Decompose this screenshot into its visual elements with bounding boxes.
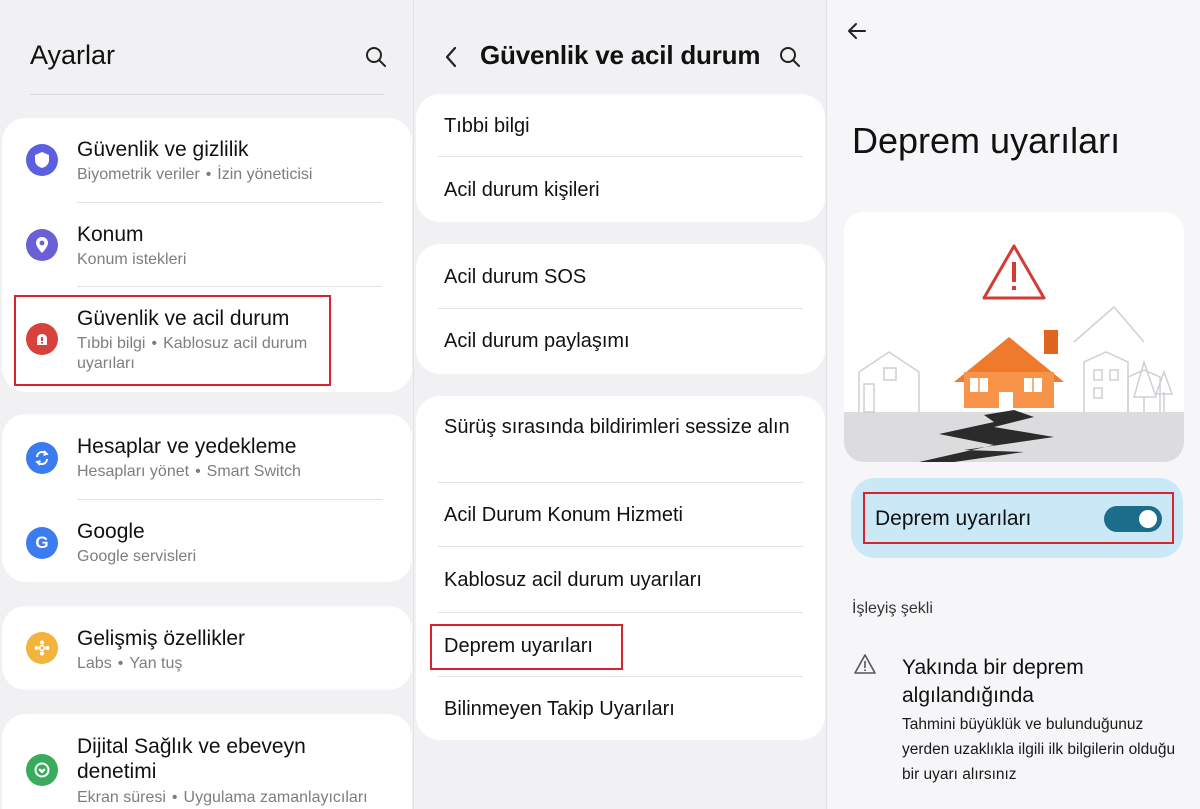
highlight-box [863, 492, 1174, 544]
item-title: Gelişmiş özellikler [77, 627, 246, 650]
divider [438, 482, 803, 483]
settings-item-digital-wellbeing[interactable]: Dijital Sağlık ve ebeveyn denetimi Ekran… [2, 714, 412, 809]
settings-group-2: Hesaplar ve yedekleme Hesapları yönet • Sm… [2, 414, 412, 582]
safety-group-2: Acil durum SOS Acil durum paylaşımı [416, 244, 825, 374]
item-title: Konum [77, 223, 144, 246]
item-subtitle: Labs • Yan tuş [77, 655, 183, 672]
divider [438, 156, 803, 157]
safety-panel: Güvenlik ve acil durum Tıbbi bilgi Acil … [414, 0, 827, 809]
settings-item-location[interactable]: Konum Konum istekleri [2, 204, 412, 288]
settings-group-3: Gelişmiş özellikler Labs • Yan tuş [2, 606, 412, 690]
item-subtitle: Biyometrik veriler • İzin yöneticisi [77, 166, 313, 183]
highlight-box [430, 624, 623, 670]
divider [438, 676, 803, 677]
settings-item-advanced-features[interactable]: Gelişmiş özellikler Labs • Yan tuş [2, 606, 412, 690]
safety-item-emergency-sos[interactable]: Acil durum SOS [444, 264, 805, 290]
info-title: Yakında bir deprem algılandığında [902, 656, 1084, 707]
info-body: Tahmini büyüklük ve bulunduğunuz yerden … [902, 716, 1176, 783]
sync-icon [26, 442, 58, 474]
safety-item-medical-info[interactable]: Tıbbi bilgi [444, 113, 805, 139]
safety-item-emergency-location[interactable]: Acil Durum Konum Hizmeti [444, 502, 805, 528]
back-icon[interactable] [442, 45, 460, 69]
wellbeing-icon [26, 754, 58, 786]
settings-panel: Ayarlar Güvenlik ve gizlilik Biyometrik … [0, 0, 414, 809]
divider [438, 612, 803, 613]
item-title: Dijital Sağlık ve ebeveyn [77, 735, 306, 758]
search-icon[interactable] [364, 45, 388, 69]
item-subtitle: Google servisleri [77, 548, 197, 565]
page-title: Deprem uyarıları [852, 120, 1121, 161]
safety-group-3: Sürüş sırasında bildirimleri sessize alı… [416, 396, 825, 740]
divider [77, 286, 382, 287]
back-arrow-icon[interactable] [847, 22, 867, 40]
search-icon[interactable] [778, 45, 802, 69]
item-subtitle: Hesapları yönet • Smart Switch [77, 463, 301, 480]
earthquake-illustration [844, 212, 1184, 462]
section-label: İşleyiş şekli [852, 600, 933, 617]
location-pin-icon [26, 229, 58, 261]
settings-item-accounts[interactable]: Hesaplar ve yedekleme Hesapları yönet • Sm… [2, 414, 412, 498]
divider [438, 308, 803, 309]
item-title: Güvenlik ve gizlilik [77, 138, 249, 161]
shield-icon [26, 144, 58, 176]
google-icon: G [26, 527, 58, 559]
item-title-cont: denetimi [77, 760, 157, 783]
page-title: Güvenlik ve acil durum [480, 40, 761, 70]
safety-item-emergency-contacts[interactable]: Acil durum kişileri [444, 177, 805, 203]
advanced-features-icon [26, 632, 58, 664]
item-subtitle: Konum istekleri [77, 251, 187, 268]
safety-item-wireless-alerts[interactable]: Kablosuz acil durum uyarıları [444, 567, 805, 593]
item-subtitle: Ekran süresi • Uygulama zamanlayıcıları [77, 789, 368, 806]
settings-item-security-privacy[interactable]: Güvenlik ve gizlilik Biyometrik veriler •… [2, 118, 412, 204]
header-divider [30, 94, 384, 95]
settings-group-4: Dijital Sağlık ve ebeveyn denetimi Ekran… [2, 714, 412, 809]
item-title: Hesaplar ve yedekleme [77, 435, 297, 458]
safety-item-driving-mute[interactable]: Sürüş sırasında bildirimleri sessize alı… [444, 414, 794, 440]
warning-icon [854, 654, 876, 674]
divider [77, 202, 382, 203]
safety-item-emergency-sharing[interactable]: Acil durum paylaşımı [444, 328, 805, 354]
highlight-box [14, 295, 331, 386]
safety-group-1: Tıbbi bilgi Acil durum kişileri [416, 94, 825, 222]
settings-item-google[interactable]: G Google Google servisleri [2, 500, 412, 582]
safety-item-unknown-tracker[interactable]: Bilinmeyen Takip Uyarıları [444, 696, 805, 722]
divider [438, 546, 803, 547]
earthquake-panel: Deprem uyarıları Deprem uyarıları İşleyi… [827, 0, 1200, 809]
item-title: Google [77, 520, 145, 543]
page-title: Ayarlar [30, 40, 116, 70]
